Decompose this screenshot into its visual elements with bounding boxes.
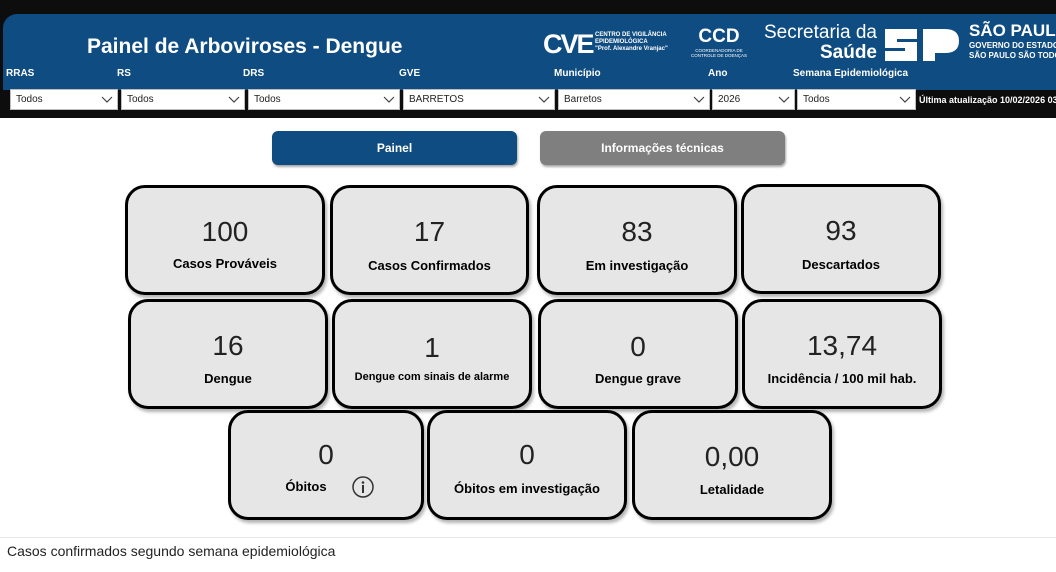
- card-label: Óbitos: [285, 479, 327, 494]
- cve-logo-letters: CVE: [543, 29, 595, 59]
- card-value: 93: [825, 215, 857, 246]
- card-value: 17: [413, 216, 446, 247]
- card-value: 1: [424, 332, 440, 363]
- card-dengue-sinais-alarme: 1 Dengue com sinais de alarme: [332, 299, 532, 409]
- card-value: 83: [621, 216, 653, 247]
- cve-logo: CVE CENTRO DE VIGILÂNCIA EPIDEMIOLÓGICA …: [543, 30, 693, 60]
- sp-logo-city: SÃO PAULO SÃO TODOS: [969, 51, 1056, 60]
- tab-informacoes-tecnicas[interactable]: Informações técnicas: [540, 131, 785, 165]
- chevron-down-icon: [778, 96, 790, 103]
- card-label: Descartados: [801, 257, 881, 272]
- card-label: Dengue com sinais de alarme: [354, 371, 510, 383]
- filter-ano-value: 2026: [718, 94, 741, 105]
- filter-gve-value: BARRETOS: [409, 94, 464, 105]
- card-value: 0: [318, 439, 334, 470]
- ccd-logo-letters: CCD: [698, 26, 740, 47]
- filter-label-gve: GVE: [399, 68, 421, 79]
- filter-label-rras: RRAS: [6, 68, 35, 79]
- section-divider: [0, 537, 1056, 538]
- filter-label-drs: DRS: [243, 68, 265, 79]
- card-label: Letalidade: [699, 482, 765, 497]
- filter-rs-value: Todos: [127, 94, 154, 105]
- last-update-text: Última atualização 10/02/2026 03:00: [919, 95, 1056, 105]
- card-descartados: 93 Descartados: [741, 184, 941, 294]
- chevron-down-icon: [899, 96, 911, 103]
- filter-municipio-value: Barretos: [564, 94, 602, 105]
- filter-rs-dropdown[interactable]: Todos: [121, 89, 245, 110]
- card-obitos: 0 Óbitos: [228, 410, 424, 520]
- sp-logo-gov: GOVERNO DO ESTADO: [969, 41, 1056, 50]
- sp-state-logo-icon: [885, 29, 959, 61]
- card-value: 16: [212, 330, 244, 361]
- cve-logo-text: CENTRO DE VIGILÂNCIA EPIDEMIOLÓGICA "Pro…: [595, 32, 668, 52]
- top-bar: Painel de Arboviroses - Dengue CVE CENTR…: [0, 0, 1056, 118]
- card-label: Casos Confirmados: [368, 258, 491, 273]
- ccd-logo: CCD COORDENADORIA DE CONTROLE DE DOENÇAS: [687, 26, 751, 60]
- filter-label-municipio: Município: [554, 68, 601, 79]
- card-value: 0: [519, 439, 535, 470]
- page-title: Painel de Arboviroses - Dengue: [87, 35, 403, 58]
- card-label: Casos Prováveis: [172, 256, 278, 271]
- filter-drs-dropdown[interactable]: Todos: [248, 89, 400, 110]
- chevron-down-icon: [693, 96, 705, 103]
- secretaria-line1: Secretaria da: [763, 22, 877, 43]
- card-dengue-grave: 0 Dengue grave: [538, 299, 738, 409]
- ccd-logo-text: COORDENADORIA DE CONTROLE DE DOENÇAS: [690, 48, 747, 58]
- card-casos-provaveis: 100 Casos Prováveis: [125, 185, 325, 295]
- card-dengue: 16 Dengue: [128, 299, 328, 409]
- filter-semana-dropdown[interactable]: Todos: [797, 89, 916, 110]
- secretaria-line2: Saúde: [819, 42, 877, 63]
- filter-label-rs: RS: [117, 68, 131, 79]
- card-obitos-investigacao: 0 Óbitos em investigação: [427, 410, 627, 520]
- filter-label-ano: Ano: [708, 68, 728, 79]
- card-casos-confirmados: 17 Casos Confirmados: [330, 185, 529, 295]
- sp-logo-title: SÃO PAULO: [969, 21, 1056, 40]
- card-incidencia: 13,74 Incidência / 100 mil hab.: [742, 299, 942, 409]
- card-letalidade: 0,00 Letalidade: [632, 410, 832, 520]
- card-label: Óbitos em investigação: [454, 481, 600, 496]
- card-value: 0: [630, 331, 646, 362]
- filter-rras-value: Todos: [16, 94, 43, 105]
- filter-label-semana: Semana Epidemiológica: [793, 68, 909, 79]
- info-icon[interactable]: [352, 476, 374, 498]
- tab-painel[interactable]: Painel: [272, 131, 517, 165]
- chevron-down-icon: [538, 96, 550, 103]
- chevron-down-icon: [383, 96, 395, 103]
- filter-municipio-dropdown[interactable]: Barretos: [558, 89, 710, 110]
- secretaria-saude-logo: Secretaria da Saúde: [761, 23, 877, 63]
- card-label: Dengue: [204, 371, 252, 386]
- filter-rras-dropdown[interactable]: Todos: [10, 89, 118, 110]
- chevron-down-icon: [228, 96, 240, 103]
- chart-section-title: Casos confirmados segundo semana epidemi…: [7, 543, 336, 559]
- card-label: Em investigação: [585, 258, 689, 273]
- card-value: 13,74: [806, 330, 878, 361]
- card-em-investigacao: 83 Em investigação: [537, 185, 737, 295]
- filter-drs-value: Todos: [254, 94, 281, 105]
- card-value: 0,00: [704, 441, 760, 472]
- card-label: Incidência / 100 mil hab.: [767, 371, 917, 386]
- filter-semana-value: Todos: [803, 94, 830, 105]
- card-label: Dengue grave: [595, 371, 681, 386]
- filter-gve-dropdown[interactable]: BARRETOS: [403, 89, 555, 110]
- card-value: 100: [201, 216, 249, 247]
- filter-ano-dropdown[interactable]: 2026: [712, 89, 795, 110]
- chevron-down-icon: [101, 96, 113, 103]
